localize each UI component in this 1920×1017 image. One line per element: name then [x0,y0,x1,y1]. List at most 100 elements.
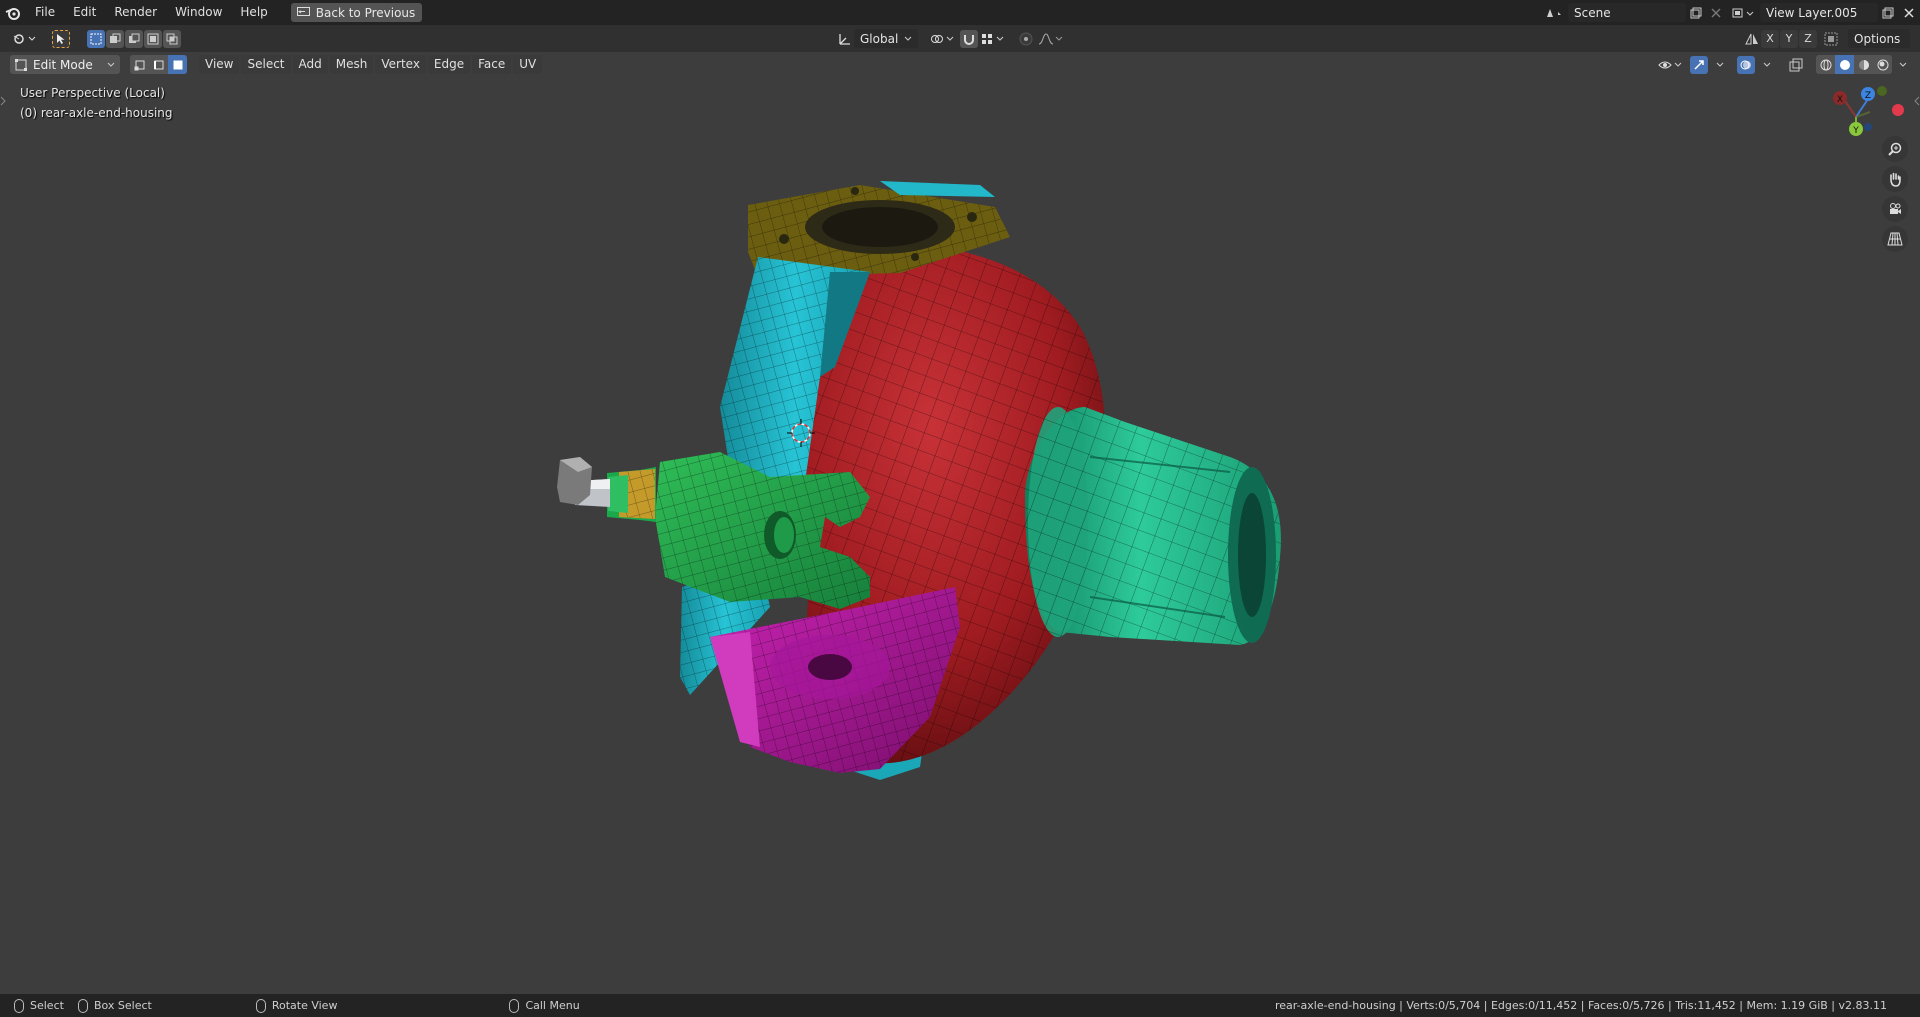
blender-logo-icon[interactable] [0,0,26,25]
view-layer-value: View Layer.005 [1766,5,1858,20]
auto-merge-icon[interactable] [1818,29,1844,48]
mirror-x-toggle[interactable]: X [1761,29,1779,48]
magnifier-icon [1888,142,1902,156]
screen-back-icon [296,7,310,16]
face-select-mode-icon[interactable] [168,55,187,74]
select-subtract-icon[interactable] [125,29,143,48]
xray-toggle-icon[interactable] [1784,55,1808,74]
camera-view-button[interactable] [1882,196,1908,222]
selection-mode-group [87,29,182,48]
scene-name-value: Scene [1574,5,1611,20]
mirror-y-label: Y [1785,32,1793,45]
mirror-x-label: X [1766,32,1774,45]
menu-add[interactable]: Add [292,55,328,74]
editor-type-icon[interactable] [8,29,42,48]
menu-select[interactable]: Select [241,55,291,74]
select-intersect-icon[interactable] [163,29,181,48]
gizmo-toggle-icon[interactable] [1690,55,1708,74]
back-to-previous-button[interactable]: Back to Previous [290,3,423,22]
mirror-icon[interactable] [1743,29,1761,48]
interaction-mode-dropdown[interactable]: Edit Mode [10,55,120,74]
top-right-controls: Scene View Layer.005 [1540,0,1920,25]
toggle-projection-button[interactable] [1882,226,1908,252]
rendered-shading-icon[interactable] [1873,55,1892,74]
top-menu-bar: File Edit Render Window Help Back to Pre… [0,0,1920,25]
gizmo-y-label: Y [1852,126,1859,136]
transform-orientation-icon [836,29,854,48]
edge-select-mode-icon[interactable] [149,55,168,74]
camera-icon [1890,203,1901,214]
mirror-z-toggle[interactable]: Z [1799,29,1817,48]
scene-statistics: rear-axle-end-housing | Verts:0/5,704 | … [1274,999,1887,1012]
view-layer-close-icon[interactable] [1898,3,1920,22]
tool-settings-header: Global X Y Z Options [0,25,1920,52]
menu-mesh[interactable]: Mesh [329,55,374,74]
shading-dropdown-icon[interactable] [1896,55,1910,74]
menu-render[interactable]: Render [105,0,166,25]
snap-toggle-icon[interactable] [960,29,978,48]
back-to-previous-label: Back to Previous [315,5,416,20]
interaction-mode-value: Edit Mode [33,57,93,72]
menu-uv[interactable]: UV [513,55,543,74]
status-call-menu-label: Call Menu [525,999,580,1012]
viewport-header-right [1656,55,1910,74]
pivot-point-icon[interactable] [926,29,958,48]
menu-edge[interactable]: Edge [427,55,471,74]
select-extend-icon[interactable] [106,29,124,48]
view-layer-new-icon[interactable] [1878,3,1898,22]
mouse-right-icon [509,998,520,1013]
tool-header-right: X Y Z Options [1743,29,1910,48]
scene-new-icon[interactable] [1686,3,1706,22]
status-call-menu: Call Menu [509,998,580,1013]
menu-view[interactable]: View [199,55,240,74]
menu-vertex[interactable]: Vertex [375,55,426,74]
status-box-select-label: Box Select [93,999,152,1012]
mesh-object-rear-axle-end-housing[interactable] [0,77,1920,994]
viewport-header: Edit Mode View Select Add Mesh Vertex Ed… [0,52,1920,77]
gizmo-dropdown-icon[interactable] [1713,55,1727,74]
visibility-selectability-icon[interactable] [1656,55,1686,74]
3d-viewport[interactable]: User Perspective (Local) (0) rear-axle-e… [0,77,1920,994]
pan-view-button[interactable] [1882,166,1908,192]
view-layer-browse-icon[interactable] [1726,3,1760,22]
mirror-y-toggle[interactable]: Y [1780,29,1798,48]
status-bar: Select Box Select Rotate View Call Menu … [0,994,1920,1017]
proportional-falloff-icon[interactable] [1037,29,1065,48]
menu-help[interactable]: Help [231,0,276,25]
chevron-down-icon [107,62,115,67]
select-mode-group [130,55,187,74]
active-tool-select-icon[interactable] [52,29,70,48]
gizmo-x-label: X [1837,95,1843,105]
overlays-dropdown-icon[interactable] [1760,55,1774,74]
overlays-toggle-icon[interactable] [1737,55,1755,74]
mouse-middle-icon [255,998,266,1013]
vertex-select-mode-icon[interactable] [130,55,149,74]
select-new-icon[interactable] [87,29,105,48]
menu-face[interactable]: Face [472,55,512,74]
hand-icon [1890,172,1901,187]
snap-target-icon[interactable] [979,29,1007,48]
menu-file[interactable]: File [26,0,64,25]
status-select-label: Select [30,999,64,1012]
solid-shading-icon[interactable] [1835,55,1854,74]
mirror-z-label: Z [1804,32,1812,45]
grid-perspective-icon [1887,232,1903,246]
mouse-left-icon [14,998,24,1013]
options-label: Options [1854,31,1901,46]
zoom-view-button[interactable] [1882,136,1908,162]
menu-window[interactable]: Window [166,0,231,25]
scene-browse-icon[interactable] [1540,3,1568,22]
menu-edit[interactable]: Edit [64,0,105,25]
scene-name-field[interactable]: Scene [1568,3,1686,22]
status-rotate-view-label: Rotate View [271,999,338,1012]
transform-orientation-dropdown[interactable]: Global [854,29,918,48]
view-layer-field[interactable]: View Layer.005 [1760,3,1878,22]
options-dropdown[interactable]: Options [1848,29,1910,48]
select-invert-icon[interactable] [144,29,162,48]
proportional-edit-icon[interactable] [1015,29,1037,48]
wireframe-shading-icon[interactable] [1816,55,1835,74]
material-preview-shading-icon[interactable] [1854,55,1873,74]
transform-tools-group: Global [836,29,1065,48]
scene-close-icon[interactable] [1706,3,1726,22]
status-rotate-view: Rotate View [255,998,338,1013]
